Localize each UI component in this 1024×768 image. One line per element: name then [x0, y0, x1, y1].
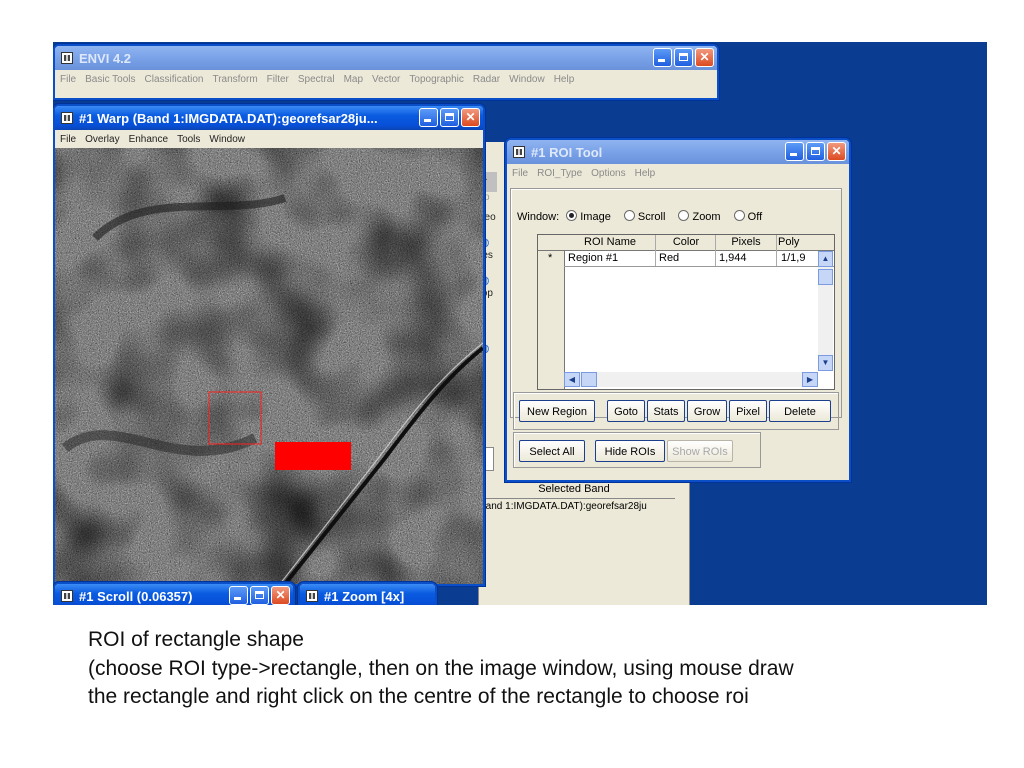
menu-help[interactable]: Help: [554, 74, 575, 85]
maximize-icon[interactable]: [440, 108, 459, 127]
menu-window[interactable]: Window: [509, 74, 545, 85]
menu-window[interactable]: Window: [209, 134, 245, 145]
envi-menubar: File Basic Tools Classification Transfor…: [55, 70, 717, 88]
hide-rois-button[interactable]: Hide ROIs: [595, 440, 665, 462]
scroll-thumb[interactable]: [818, 269, 833, 285]
menu-tools[interactable]: Tools: [177, 134, 200, 145]
close-icon[interactable]: ✕: [827, 142, 846, 161]
warp-title: #1 Warp (Band 1:IMGDATA.DAT):georefsar28…: [79, 110, 378, 126]
menu-help[interactable]: Help: [635, 168, 656, 179]
scroll-down-icon[interactable]: ▼: [818, 355, 833, 371]
selected-band-value: Band 1:IMGDATA.DAT):georefsar28ju: [479, 501, 647, 512]
roi-region-filled[interactable]: [275, 442, 351, 470]
grow-button[interactable]: Grow: [687, 400, 727, 422]
column-header-roi-name[interactable]: ROI Name: [565, 236, 655, 248]
show-rois-button[interactable]: Show ROIs: [667, 440, 733, 462]
menu-basic-tools[interactable]: Basic Tools: [85, 74, 135, 85]
radio-off[interactable]: Off: [733, 210, 762, 223]
column-header-poly[interactable]: Poly: [778, 236, 818, 248]
close-icon[interactable]: ✕: [461, 108, 480, 127]
app-icon: [61, 52, 73, 64]
goto-button[interactable]: Goto: [607, 400, 645, 422]
menu-overlay[interactable]: Overlay: [85, 134, 119, 145]
app-icon: [61, 590, 73, 602]
zoom-window[interactable]: #1 Zoom [4x]: [298, 582, 437, 605]
zoom-window-title: #1 Zoom [4x]: [324, 588, 405, 604]
warp-image-window: #1 Warp (Band 1:IMGDATA.DAT):georefsar28…: [53, 104, 485, 586]
caption-line: (choose ROI type->rectangle, then on the…: [88, 656, 794, 680]
scroll-left-icon[interactable]: ◀: [564, 372, 580, 387]
menu-file[interactable]: File: [60, 134, 76, 145]
maximize-icon[interactable]: [250, 586, 269, 605]
slide-caption: ROI of rectangle shape (choose ROI type-…: [88, 626, 794, 712]
window-selector: Window: Image Scroll Zoom Off: [517, 210, 762, 223]
table-row[interactable]: * Region #1 Red 1,944 1/1,9: [538, 251, 834, 266]
maximize-icon[interactable]: [674, 48, 693, 67]
scroll-right-icon[interactable]: ▶: [802, 372, 818, 387]
menu-vector[interactable]: Vector: [372, 74, 400, 85]
column-header-pixels[interactable]: Pixels: [716, 236, 776, 248]
sar-image[interactable]: [55, 148, 483, 584]
roi-title: #1 ROI Tool: [531, 144, 603, 160]
select-all-button[interactable]: Select All: [519, 440, 585, 462]
minimize-icon[interactable]: [229, 586, 248, 605]
envi-title-bar[interactable]: ENVI 4.2 ✕: [55, 46, 717, 70]
selected-band-label: Selected Band: [538, 483, 610, 495]
menu-filter[interactable]: Filter: [267, 74, 289, 85]
scroll-up-icon[interactable]: ▲: [818, 251, 833, 267]
scroll-window[interactable]: #1 Scroll (0.06357) ✕: [53, 582, 295, 605]
cell-poly: 1/1,9: [781, 252, 806, 264]
menu-topographic[interactable]: Topographic: [409, 74, 463, 85]
window-label: Window:: [517, 211, 560, 223]
minimize-icon[interactable]: [653, 48, 672, 67]
stats-button[interactable]: Stats: [647, 400, 685, 422]
menu-enhance[interactable]: Enhance: [129, 134, 168, 145]
roi-title-bar[interactable]: #1 ROI Tool ✕: [507, 140, 849, 164]
cell-color[interactable]: Red: [659, 252, 679, 264]
app-icon: [306, 590, 318, 602]
menu-radar[interactable]: Radar: [473, 74, 500, 85]
envi-main-window: ENVI 4.2 ✕ File Basic Tools Classificati…: [53, 44, 719, 100]
new-region-button[interactable]: New Region: [519, 400, 595, 422]
close-icon[interactable]: ✕: [271, 586, 290, 605]
minimize-icon[interactable]: [785, 142, 804, 161]
caption-line: the rectangle and right click on the cen…: [88, 685, 749, 708]
menu-spectral[interactable]: Spectral: [298, 74, 335, 85]
app-icon: [61, 112, 73, 124]
minimize-icon[interactable]: [419, 108, 438, 127]
vertical-scrollbar[interactable]: ▲ ▼: [818, 251, 833, 371]
menu-map[interactable]: Map: [344, 74, 363, 85]
caption-line: ROI of rectangle shape: [88, 628, 304, 651]
row-marker: *: [548, 252, 553, 264]
scroll-window-title: #1 Scroll (0.06357): [79, 588, 193, 604]
warp-title-bar[interactable]: #1 Warp (Band 1:IMGDATA.DAT):georefsar28…: [55, 106, 483, 130]
pixel-button[interactable]: Pixel: [729, 400, 767, 422]
menu-file[interactable]: File: [512, 168, 528, 179]
roi-table: ROI Name Color Pixels Poly * Region #1 R…: [537, 234, 835, 390]
warp-menubar: File Overlay Enhance Tools Window: [55, 130, 483, 148]
cell-roi-name[interactable]: Region #1: [568, 252, 618, 264]
menu-classification[interactable]: Classification: [145, 74, 204, 85]
roi-tool-window: #1 ROI Tool ✕ File ROI_Type Options Help…: [505, 138, 851, 482]
cell-pixels: 1,944: [719, 252, 747, 264]
menu-roi-type[interactable]: ROI_Type: [537, 168, 582, 179]
delete-button[interactable]: Delete: [769, 400, 831, 422]
maximize-icon[interactable]: [806, 142, 825, 161]
close-icon[interactable]: ✕: [695, 48, 714, 67]
roi-menubar: File ROI_Type Options Help: [507, 164, 849, 182]
menu-options[interactable]: Options: [591, 168, 625, 179]
desktop: ENVI 4.2 ✕ File Basic Tools Classificati…: [53, 42, 987, 605]
app-icon: [513, 146, 525, 158]
column-header-color[interactable]: Color: [656, 236, 716, 248]
envi-title: ENVI 4.2: [79, 50, 132, 66]
radio-image[interactable]: Image: [566, 210, 611, 223]
radio-zoom[interactable]: Zoom: [678, 210, 721, 223]
scroll-thumb[interactable]: [581, 372, 597, 387]
radio-scroll[interactable]: Scroll: [623, 210, 665, 223]
menu-transform[interactable]: Transform: [212, 74, 257, 85]
menu-file[interactable]: File: [60, 74, 76, 85]
horizontal-scrollbar[interactable]: ◀ ▶: [564, 372, 818, 387]
